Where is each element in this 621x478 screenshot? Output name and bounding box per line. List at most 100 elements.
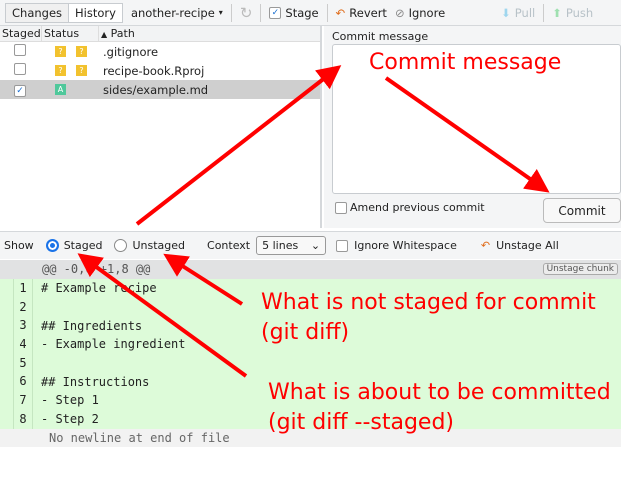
- file-list-header: Staged Status ▲ Path: [0, 26, 320, 42]
- old-line-number: [0, 297, 14, 317]
- show-label: Show: [4, 239, 34, 252]
- radio-icon: [114, 239, 128, 252]
- staged-checkbox[interactable]: [14, 63, 26, 75]
- unstaged-radio[interactable]: Unstaged: [114, 239, 185, 252]
- file-row[interactable]: ?? recipe-book.Rproj: [0, 61, 320, 80]
- annotation-unstaged: What is not staged for commit (git diff): [261, 288, 596, 348]
- diff-options-bar: Show Staged Unstaged Context 5 lines ⌄ Ig…: [0, 231, 621, 259]
- unstage-all-label: Unstage All: [496, 239, 559, 252]
- old-line-number: [0, 316, 14, 336]
- old-line-number: [0, 391, 14, 410]
- context-label: Context: [207, 239, 251, 252]
- new-line-number: 1: [14, 279, 33, 298]
- pull-arrow-icon: ⬇: [501, 5, 511, 20]
- header-staged[interactable]: Staged: [0, 26, 42, 41]
- pull-label: Pull: [514, 5, 536, 20]
- ignore-icon: ⊘: [394, 5, 405, 20]
- branch-dropdown[interactable]: another-recipe ▾: [131, 6, 223, 20]
- file-path: recipe-book.Rproj: [103, 63, 205, 78]
- context-value: 5 lines: [262, 239, 299, 252]
- chevron-down-icon: ▾: [218, 8, 223, 17]
- toolbar: Changes History another-recipe ▾ ↻ ✓ Stage…: [0, 0, 621, 26]
- stage-button[interactable]: ✓ Stage: [269, 5, 319, 20]
- header-path[interactable]: ▲ Path: [99, 26, 320, 41]
- commit-button[interactable]: Commit: [543, 198, 621, 223]
- old-line-number: [0, 335, 14, 354]
- stage-label: Stage: [285, 5, 319, 20]
- new-line-number: 8: [14, 409, 33, 429]
- staged-checkbox-checked[interactable]: ✓: [14, 85, 26, 97]
- diff-line: 5: [0, 353, 621, 373]
- file-row[interactable]: ?? .gitignore: [0, 42, 320, 61]
- new-line-number: 5: [14, 353, 33, 373]
- chevron-down-icon: ⌄: [310, 239, 321, 252]
- untracked-icon: ?: [55, 46, 66, 57]
- header-status[interactable]: Status: [42, 26, 99, 41]
- context-select[interactable]: 5 lines ⌄: [256, 236, 327, 255]
- revert-button[interactable]: ↶ Revert: [336, 6, 387, 20]
- checkbox-icon: [335, 201, 347, 214]
- line-text: ## Instructions: [41, 374, 150, 389]
- file-path: .gitignore: [103, 44, 159, 59]
- added-icon: A: [55, 84, 66, 95]
- new-line-number: 6: [14, 372, 33, 392]
- revert-icon: ↶: [335, 5, 346, 20]
- refresh-icon: ↻: [239, 3, 253, 22]
- annotation-line: (git diff --staged): [268, 410, 455, 435]
- push-label: Push: [565, 5, 594, 20]
- hunk-header: @@ -0,0 +1,8 @@ Unstage chunk: [0, 260, 621, 279]
- divider: [326, 3, 328, 22]
- new-line-number: 7: [14, 391, 33, 410]
- radio-selected-icon: [45, 239, 59, 252]
- revert-label: Revert: [349, 5, 387, 20]
- staged-label: Staged: [63, 239, 103, 252]
- annotation-staged: What is about to be committed (git diff -…: [268, 378, 611, 438]
- pull-button[interactable]: ⬇ Pull: [501, 6, 535, 20]
- refresh-button[interactable]: ↻: [240, 4, 253, 22]
- untracked-icon: ?: [76, 46, 87, 57]
- line-text: - Step 1: [41, 393, 99, 408]
- divider: [543, 3, 545, 22]
- old-line-number: [0, 409, 14, 429]
- view-tabs: Changes History: [5, 2, 123, 23]
- checkbox-icon: [336, 239, 349, 252]
- unstaged-label: Unstaged: [132, 239, 186, 252]
- amend-checkbox[interactable]: Amend previous commit: [335, 201, 485, 214]
- staged-checkbox[interactable]: [14, 44, 26, 56]
- annotation-commit-message: Commit message: [369, 50, 562, 75]
- annotation-line: What is about to be committed: [268, 380, 611, 405]
- sort-up-icon: ▲: [101, 30, 108, 39]
- ignore-button[interactable]: ⊘ Ignore: [395, 6, 445, 20]
- new-line-number: 2: [14, 297, 33, 317]
- tab-history[interactable]: History: [69, 4, 122, 22]
- line-text: ## Ingredients: [41, 318, 143, 333]
- hunk-range: @@ -0,0 +1,8 @@: [42, 262, 151, 276]
- old-line-number: [0, 372, 14, 392]
- ignore-whitespace-checkbox[interactable]: Ignore Whitespace: [336, 239, 457, 252]
- new-line-number: 4: [14, 335, 33, 354]
- unstage-icon: ↶: [480, 239, 491, 252]
- untracked-icon: ?: [76, 65, 87, 76]
- line-text: - Step 2: [41, 412, 99, 427]
- tab-changes[interactable]: Changes: [6, 3, 70, 22]
- file-list: Staged Status ▲ Path ?? .gitignore ?? re…: [0, 26, 322, 228]
- checkbox-icon: ✓: [269, 6, 282, 19]
- push-arrow-icon: ⬆: [552, 5, 562, 20]
- push-button[interactable]: ⬆ Push: [552, 6, 593, 20]
- file-path: sides/example.md: [103, 82, 209, 97]
- new-line-number: 3: [14, 316, 33, 336]
- staged-radio[interactable]: Staged: [45, 239, 103, 252]
- branch-name: another-recipe: [130, 5, 215, 20]
- amend-label: Amend previous commit: [350, 201, 485, 214]
- file-row-selected[interactable]: ✓ A sides/example.md: [0, 80, 320, 99]
- annotation-line: (git diff): [261, 320, 350, 345]
- unstage-all-button[interactable]: ↶ Unstage All: [481, 239, 559, 252]
- line-text: - Example ingredient: [41, 337, 186, 352]
- untracked-icon: ?: [55, 65, 66, 76]
- unstage-chunk-button[interactable]: Unstage chunk: [542, 263, 618, 275]
- old-line-number: [0, 353, 14, 373]
- line-text: # Example recipe: [41, 281, 157, 296]
- old-line-number: [0, 279, 14, 298]
- header-path-label: Path: [110, 27, 135, 40]
- annotation-line: What is not staged for commit: [261, 290, 596, 315]
